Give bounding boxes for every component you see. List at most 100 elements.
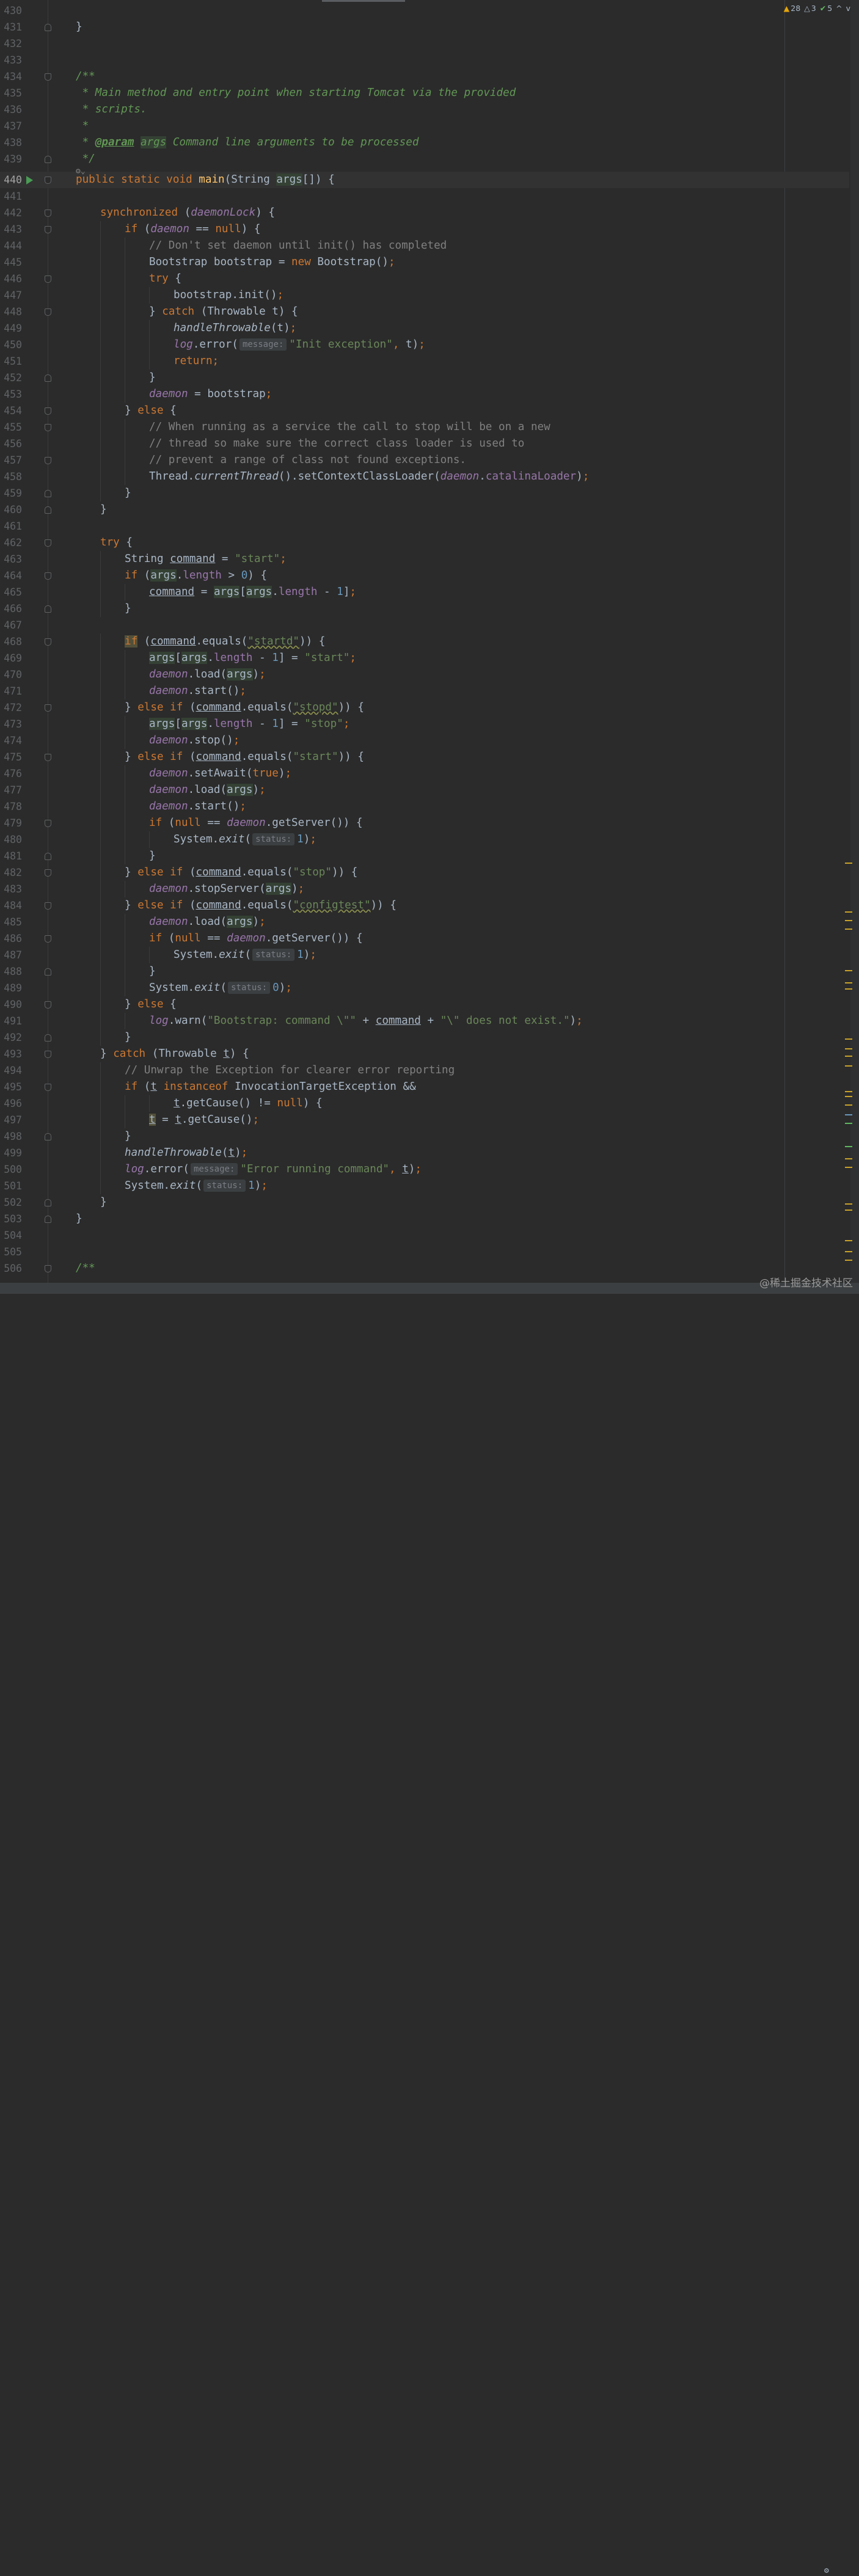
code-line[interactable]: 490} else { xyxy=(0,996,849,1013)
fold-toggle-icon[interactable] xyxy=(45,1265,51,1272)
stripe-marker[interactable] xyxy=(845,1123,852,1124)
fold-toggle-icon[interactable] xyxy=(45,424,51,431)
code-line[interactable]: 440 public static void main(String args[]… xyxy=(0,172,849,188)
code-line[interactable]: 501 System.exit(status: 1); xyxy=(0,1178,849,1194)
code-text[interactable]: public static void main(String args[]) { xyxy=(76,172,335,188)
fold-toggle-icon[interactable] xyxy=(45,869,51,877)
code-text[interactable]: } xyxy=(149,370,156,386)
code-text[interactable]: } else { xyxy=(125,403,177,419)
code-line[interactable]: 487 System.exit(status: 1); xyxy=(0,947,849,963)
code-line[interactable]: 464 if (args.length > 0) { xyxy=(0,567,849,584)
code-line[interactable]: 435 * Main method and entry point when s… xyxy=(0,85,849,101)
code-text[interactable]: } xyxy=(76,1211,82,1227)
fold-toggle-icon[interactable] xyxy=(45,1001,51,1009)
code-line[interactable]: 474 daemon.stop(); xyxy=(0,732,849,749)
code-text[interactable]: } xyxy=(76,19,82,35)
intention-bulb-icon[interactable]: ⚙⌄ xyxy=(76,167,86,176)
stripe-marker[interactable] xyxy=(845,1240,852,1241)
code-line[interactable]: 486 if (null == daemon.getServer()) { xyxy=(0,930,849,947)
stripe-marker[interactable] xyxy=(845,1091,852,1092)
fold-toggle-icon[interactable] xyxy=(45,1199,51,1206)
code-text[interactable]: // thread so make sure the correct class… xyxy=(149,436,524,452)
vertical-scrollbar[interactable] xyxy=(850,0,859,1283)
code-text[interactable]: // Don't set daemon until init() has com… xyxy=(149,238,447,254)
stripe-marker[interactable] xyxy=(845,970,852,971)
fold-toggle-icon[interactable] xyxy=(45,1133,51,1140)
code-line[interactable]: 503} xyxy=(0,1211,849,1227)
code-text[interactable]: command = args[args.length - 1]; xyxy=(149,584,356,600)
code-line[interactable]: 497 t = t.getCause(); xyxy=(0,1112,849,1128)
code-line[interactable]: 430 xyxy=(0,2,849,19)
code-line[interactable]: 445 Bootstrap bootstrap = new Bootstrap()… xyxy=(0,254,849,271)
run-gutter-icon[interactable] xyxy=(26,176,33,184)
fold-toggle-icon[interactable] xyxy=(45,935,51,943)
stripe-marker[interactable] xyxy=(845,863,852,864)
code-text[interactable]: t = t.getCause(); xyxy=(149,1112,259,1128)
fold-toggle-icon[interactable] xyxy=(45,177,51,184)
stripe-marker[interactable] xyxy=(845,1065,852,1067)
code-text[interactable]: if (args.length > 0) { xyxy=(125,567,267,584)
code-line[interactable]: 480 System.exit(status: 1); xyxy=(0,831,849,848)
code-line[interactable]: 475} else if (command.equals("start")) { xyxy=(0,749,849,765)
fold-toggle-icon[interactable] xyxy=(45,902,51,910)
code-line[interactable]: 502} xyxy=(0,1194,849,1211)
code-text[interactable]: daemon.load(args); xyxy=(149,782,266,798)
code-text[interactable]: if (command.equals("startd")) { xyxy=(125,633,325,650)
code-line[interactable]: 450 log.error(message: "Init exception", t… xyxy=(0,337,849,353)
code-text[interactable]: } xyxy=(125,485,131,502)
code-line[interactable]: 453 daemon = bootstrap; xyxy=(0,386,849,403)
fold-toggle-icon[interactable] xyxy=(45,73,51,81)
code-text[interactable]: daemon.start(); xyxy=(149,683,246,699)
code-line[interactable]: 471 daemon.start(); xyxy=(0,683,849,699)
code-text[interactable]: * xyxy=(76,118,89,134)
code-text[interactable]: } xyxy=(149,963,156,980)
code-text[interactable]: System.exit(status: 1); xyxy=(174,831,316,848)
code-text[interactable]: handleThrowable(t); xyxy=(174,320,296,337)
code-text[interactable]: Thread.currentThread().setContextClassLo… xyxy=(149,469,589,485)
code-text[interactable]: daemon.start(); xyxy=(149,798,246,815)
code-line[interactable]: 505 xyxy=(0,1244,849,1260)
code-line[interactable]: 463 String command = "start"; xyxy=(0,551,849,567)
code-line[interactable]: 434 /** xyxy=(0,68,849,85)
code-text[interactable]: daemon.stop(); xyxy=(149,732,239,749)
code-line[interactable]: 465 command = args[args.length - 1]; xyxy=(0,584,849,600)
stripe-marker[interactable] xyxy=(845,920,852,921)
code-text[interactable]: System.exit(status: 1); xyxy=(125,1178,268,1194)
code-line[interactable]: 449 handleThrowable(t); xyxy=(0,320,849,337)
code-text[interactable]: synchronized (daemonLock) { xyxy=(100,205,275,221)
code-text[interactable]: /** xyxy=(76,1260,95,1277)
code-line[interactable]: 496 t.getCause() != null) { xyxy=(0,1095,849,1112)
code-line[interactable]: 436 * scripts. xyxy=(0,101,849,118)
code-lines[interactable]: 430 431} 432 433 434 /** 435 * Main method and… xyxy=(0,2,849,1277)
code-text[interactable]: daemon = bootstrap; xyxy=(149,386,272,403)
code-line[interactable]: 479 if (null == daemon.getServer()) { xyxy=(0,815,849,831)
stripe-marker[interactable] xyxy=(845,929,852,930)
code-line[interactable]: 466} xyxy=(0,600,849,617)
stripe-marker[interactable] xyxy=(845,1096,852,1097)
fold-toggle-icon[interactable] xyxy=(45,308,51,316)
code-line[interactable]: 460} xyxy=(0,502,849,518)
stripe-marker[interactable] xyxy=(845,1260,852,1261)
fold-toggle-icon[interactable] xyxy=(45,407,51,415)
code-line[interactable]: 461 xyxy=(0,518,849,535)
code-text[interactable]: // When running as a service the call to… xyxy=(149,419,550,436)
code-text[interactable]: * Main method and entry point when start… xyxy=(76,85,516,101)
code-text[interactable]: try { xyxy=(100,535,133,551)
code-text[interactable]: log.error(message: "Error running command… xyxy=(125,1161,422,1178)
code-text[interactable]: } else if (command.equals("configtest"))… xyxy=(125,897,397,914)
code-line[interactable]: 444 // Don't set daemon until init() has … xyxy=(0,238,849,254)
code-line[interactable]: 506 /** xyxy=(0,1260,849,1277)
stripe-marker[interactable] xyxy=(845,1104,852,1106)
code-line[interactable]: 482} else if (command.equals("stop")) { xyxy=(0,864,849,881)
fold-toggle-icon[interactable] xyxy=(45,539,51,547)
stripe-marker[interactable] xyxy=(845,1114,852,1115)
code-line[interactable]: 437 * xyxy=(0,118,849,134)
stripe-marker[interactable] xyxy=(845,1056,852,1057)
stripe-marker[interactable] xyxy=(845,1146,852,1147)
code-text[interactable]: } xyxy=(100,1194,107,1211)
code-line[interactable]: 483 daemon.stopServer(args); xyxy=(0,881,849,897)
fold-toggle-icon[interactable] xyxy=(45,605,51,613)
code-text[interactable]: */ xyxy=(76,151,95,167)
code-line[interactable]: 478 daemon.start(); xyxy=(0,798,849,815)
fold-toggle-icon[interactable] xyxy=(45,820,51,827)
